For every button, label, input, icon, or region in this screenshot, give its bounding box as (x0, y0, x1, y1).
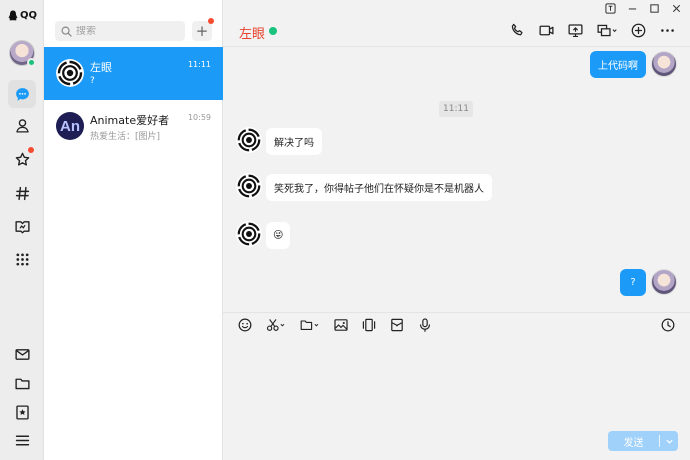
notification-dot (28, 147, 34, 153)
message-text: 解决了吗 (274, 138, 314, 149)
emoji-message: 😜 (273, 230, 284, 241)
favorites-icon (15, 404, 29, 420)
message-text: ? (630, 277, 636, 288)
spiral-eye-avatar-icon (236, 173, 262, 199)
minimize-icon[interactable] (626, 3, 638, 17)
window-controls (604, 3, 682, 17)
voice-call-icon[interactable] (509, 22, 526, 39)
file-folder-icon[interactable] (299, 317, 321, 333)
nav-contacts[interactable] (8, 111, 36, 139)
screen-record-icon[interactable] (361, 317, 377, 333)
red-packet-icon[interactable] (389, 317, 405, 333)
group-avatar-text: An (60, 117, 80, 135)
timestamp-text: 11:11 (443, 104, 469, 114)
send-options-button[interactable] (660, 437, 678, 446)
group-avatar: An (56, 112, 84, 140)
video-call-icon[interactable] (538, 22, 555, 39)
qq-logo-icon (8, 10, 18, 21)
chat-title: 左眼 (239, 27, 266, 42)
nav-menu[interactable] (8, 426, 36, 454)
chat-toolbar (509, 22, 676, 39)
message-input[interactable] (237, 342, 677, 422)
chat-panel: 左眼 上代码啊 11:11 解决了吗 笑死我了，你得帖子他们在怀疑你是不是机器人… (223, 0, 690, 460)
mail-icon (14, 348, 30, 360)
chat-bubble-icon (15, 87, 29, 101)
message-text: 上代码啊 (598, 61, 638, 72)
contact-avatar[interactable] (236, 173, 262, 199)
message-bubble-incoming[interactable]: 笑死我了，你得帖子他们在怀疑你是不是机器人 (266, 174, 492, 201)
menu-icon (15, 435, 29, 445)
online-status-dot (269, 27, 277, 35)
nav-saved[interactable] (8, 398, 36, 426)
brand: QQ (8, 10, 37, 21)
header-divider (223, 46, 690, 47)
conversation-time: 11:11 (187, 60, 211, 69)
contact-avatar[interactable] (236, 221, 262, 247)
conversation-name: 左眼 (90, 61, 112, 74)
folder-icon (14, 378, 30, 389)
nav-files[interactable] (8, 369, 36, 397)
clock-history-icon (661, 318, 675, 332)
nav-library[interactable] (8, 212, 36, 240)
remote-assist-dropdown-icon[interactable] (596, 22, 618, 39)
contacts-icon (15, 118, 29, 133)
conversation-name: Animate爱好者 (90, 114, 170, 127)
spiral-eye-avatar-icon (236, 127, 262, 153)
notification-dot (208, 18, 214, 24)
nav-channels[interactable] (8, 179, 36, 207)
user-avatar[interactable] (9, 40, 36, 67)
search-box[interactable] (55, 21, 185, 41)
conversation-item-zuoyan[interactable]: 左眼 11:11 ? (44, 47, 223, 100)
spiral-eye-avatar-icon (236, 221, 262, 247)
conversation-list: + 左眼 11:11 ? An Animate爱好者 10:59 热爱生活：[图… (44, 0, 223, 460)
nav-messages[interactable] (8, 80, 36, 108)
send-button[interactable]: 发送 (608, 434, 659, 449)
send-button-group: 发送 (608, 431, 678, 451)
close-icon[interactable] (670, 3, 682, 17)
message-bubble-outgoing[interactable]: 上代码啊 (590, 51, 646, 78)
nav-mail[interactable] (8, 340, 36, 368)
channel-hash-icon (15, 186, 29, 200)
left-nav: QQ (0, 0, 44, 460)
nav-apps[interactable] (8, 245, 36, 273)
app-grid-icon (15, 252, 29, 266)
message-bubble-outgoing[interactable]: ? (620, 269, 646, 296)
search-input[interactable] (76, 25, 176, 37)
screenshot-scissors-icon[interactable] (265, 317, 287, 333)
screen-share-icon[interactable] (567, 22, 584, 39)
message-bubble-incoming[interactable]: 😜 (266, 222, 291, 249)
brand-text: QQ (20, 10, 38, 21)
pin-window-icon[interactable] (604, 3, 616, 17)
input-divider (223, 312, 690, 313)
online-status-dot (27, 58, 36, 67)
chevron-down-icon (665, 439, 673, 444)
self-avatar[interactable] (651, 269, 677, 295)
contact-avatar[interactable] (236, 127, 262, 153)
message-text: 笑死我了，你得帖子他们在怀疑你是不是机器人 (274, 184, 484, 195)
history-button[interactable] (660, 317, 676, 336)
conversation-time: 10:59 (187, 113, 211, 122)
search-icon (61, 26, 72, 37)
maximize-icon[interactable] (648, 3, 660, 17)
book-icon (14, 220, 30, 233)
input-toolbar (237, 317, 433, 333)
microphone-icon[interactable] (417, 317, 433, 333)
add-icon: + (195, 21, 209, 40)
more-options-icon[interactable] (659, 22, 676, 39)
message-bubble-incoming[interactable]: 解决了吗 (266, 128, 322, 155)
self-avatar[interactable] (651, 51, 677, 77)
nav-favorites[interactable] (8, 145, 36, 173)
image-icon[interactable] (333, 317, 349, 333)
add-button[interactable]: + (192, 18, 214, 41)
add-member-icon[interactable] (630, 22, 647, 39)
star-icon (15, 152, 29, 166)
conversation-preview: 热爱生活：[图片] (90, 132, 161, 142)
contact-avatar (56, 59, 84, 87)
conversation-preview: ? (90, 76, 95, 86)
spiral-eye-avatar-icon (56, 59, 84, 87)
emoji-icon[interactable] (237, 317, 253, 333)
conversation-item-animate[interactable]: An Animate爱好者 10:59 热爱生活：[图片] (44, 100, 223, 153)
message-timestamp: 11:11 (439, 101, 473, 117)
